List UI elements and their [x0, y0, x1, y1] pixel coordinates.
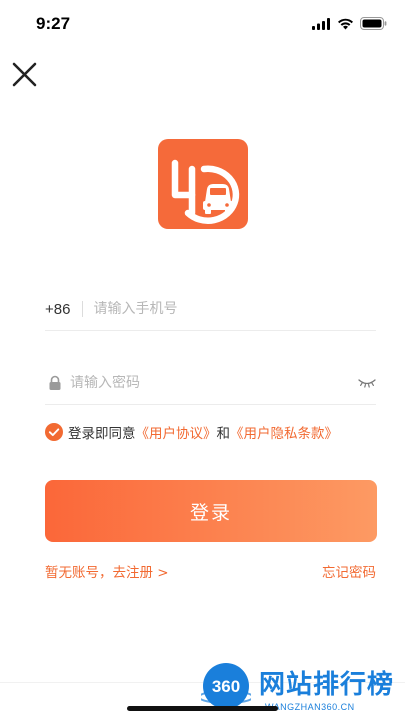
register-link[interactable]: 暂无账号，去注册 > [45, 561, 169, 581]
country-code-selector[interactable]: +86 [45, 301, 70, 318]
app-logo [158, 139, 248, 229]
privacy-policy-link[interactable]: 《用户隐私条款》 [230, 422, 338, 442]
status-time: 9:27 [36, 14, 71, 33]
status-icons [312, 17, 387, 30]
lock-icon [49, 375, 61, 390]
phone-field-row: +86 [45, 288, 376, 331]
watermark-badge: 360 [201, 663, 251, 709]
eye-closed-icon[interactable] [358, 377, 376, 389]
user-agreement-link[interactable]: 《用户协议》 [136, 422, 217, 442]
battery-icon [360, 17, 387, 30]
phone-input[interactable] [93, 301, 376, 317]
checkbox-checked-icon[interactable] [45, 423, 63, 441]
agreement-conjunction: 和 [216, 426, 231, 442]
wifi-icon [338, 18, 353, 29]
app-logo-mark [171, 159, 240, 224]
password-field-row [45, 362, 376, 405]
status-bar: 9:27 [0, 0, 405, 48]
forgot-password-link[interactable]: 忘记密码 [322, 561, 376, 581]
watermark-badge-text: 360 [212, 677, 240, 696]
field-divider [82, 301, 84, 317]
cellular-signal-icon [312, 17, 330, 30]
password-input[interactable] [70, 375, 358, 391]
watermark-title: 网站排行榜 [259, 670, 395, 700]
login-button[interactable]: 登录 [45, 480, 377, 542]
home-indicator [127, 706, 278, 711]
watermark-subtitle: WANGZHAN360.CN [265, 702, 355, 712]
close-icon [12, 62, 37, 87]
agreement-prefix: 登录即同意 [68, 426, 136, 442]
close-button[interactable] [10, 60, 40, 90]
agreement-row: 登录即同意 《用户协议》 和 《用户隐私条款》 [45, 422, 338, 442]
